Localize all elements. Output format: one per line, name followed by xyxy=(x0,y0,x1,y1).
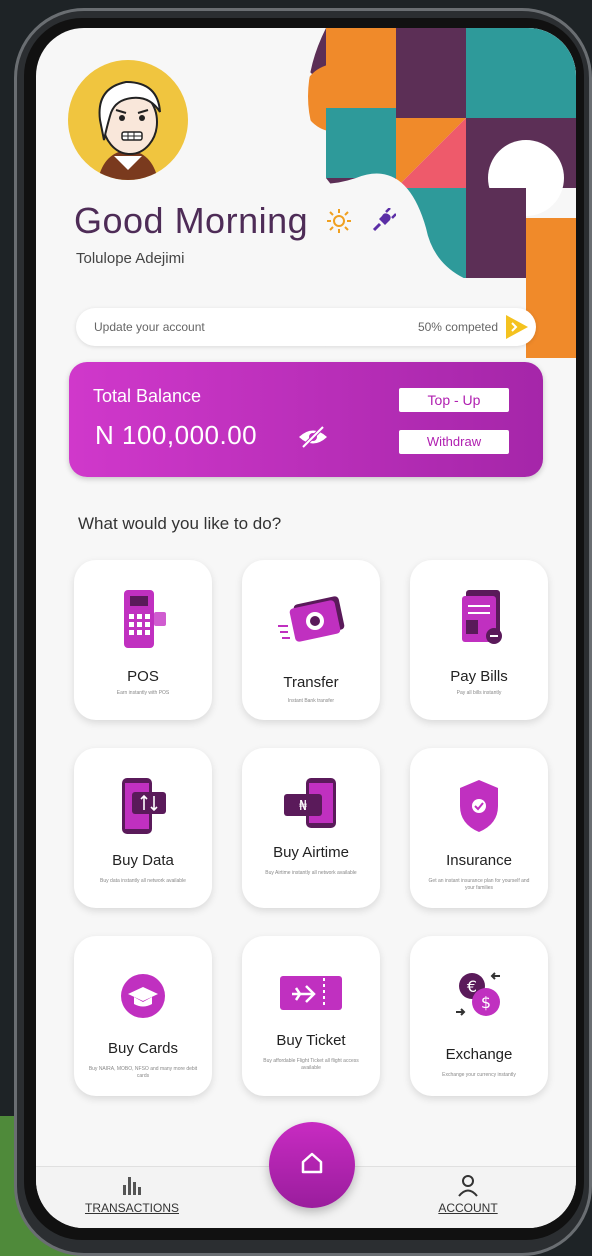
nav-account[interactable]: ACCOUNT xyxy=(420,1173,516,1215)
service-title: Buy Ticket xyxy=(276,1032,346,1049)
eye-off-icon[interactable] xyxy=(297,424,329,450)
service-subtitle: Buy Airtime instantly all network availa… xyxy=(265,870,357,876)
service-subtitle: Buy affordable Flight Ticket all flight … xyxy=(263,1058,359,1071)
service-subtitle: Get an instant insurance plan for yourse… xyxy=(428,878,530,891)
service-title: Exchange xyxy=(445,1046,513,1063)
service-title: Transfer xyxy=(283,674,339,691)
arrow-right-icon[interactable] xyxy=(502,313,530,341)
balance-label: Total Balance xyxy=(93,386,202,406)
service-card-buy-airtime[interactable]: ₦ Buy Airtime Buy Airtime instantly all … xyxy=(242,748,380,908)
service-card-pos[interactable]: POS Earn instantly with POS xyxy=(74,560,212,720)
svg-text:₦: ₦ xyxy=(299,799,308,814)
service-title: Insurance xyxy=(446,852,512,869)
update-account-label: Update your account xyxy=(94,320,205,334)
service-title: Buy Cards xyxy=(107,1040,179,1057)
bill-invoice-icon xyxy=(462,590,502,644)
balance-card: Total Balance N 100,000.00 Top - Up With… xyxy=(69,362,543,477)
service-subtitle: Instant Bank transfer xyxy=(287,698,335,704)
app-screen: Good Morning Tolulope Adejimi Update you… xyxy=(36,28,576,1228)
services-heading: What would you like to do? xyxy=(78,514,282,533)
nav-transactions[interactable]: TRANSACTIONS xyxy=(72,1173,192,1215)
pos-terminal-icon xyxy=(124,590,166,648)
bar-chart-icon xyxy=(123,1177,141,1195)
plug-icon[interactable] xyxy=(370,208,397,234)
mobile-airtime-icon: ₦ xyxy=(284,778,336,828)
service-title: Buy Airtime xyxy=(273,844,349,861)
service-title: Buy Data xyxy=(112,852,174,869)
service-card-exchange[interactable]: € $ Exchange Exchange your currency inst… xyxy=(410,936,548,1096)
service-title: POS xyxy=(127,668,159,685)
mobile-data-icon xyxy=(122,778,166,834)
service-card-transfer[interactable]: Transfer Instant Bank transfer xyxy=(242,560,380,720)
service-subtitle: Exchange your currency instantly xyxy=(442,1072,516,1078)
graduation-cap-icon xyxy=(121,974,165,1018)
shield-check-icon xyxy=(460,780,498,832)
service-title: Pay Bills xyxy=(450,668,508,685)
user-icon xyxy=(458,1175,478,1197)
user-name: Tolulope Adejimi xyxy=(76,250,185,267)
balance-amount: N 100,000.00 xyxy=(95,420,258,450)
service-card-buy-ticket[interactable]: Buy Ticket Buy affordable Flight Ticket … xyxy=(242,936,380,1096)
money-transfer-icon xyxy=(278,596,345,642)
service-card-pay-bills[interactable]: Pay Bills Pay all bills instantly xyxy=(410,560,548,720)
service-card-buy-cards[interactable]: Buy Cards Buy NAIRA, MOBO, NFSO and many… xyxy=(74,936,212,1096)
service-subtitle: Earn instantly with POS xyxy=(116,690,170,696)
greeting-row: Good Morning xyxy=(74,200,397,242)
sun-icon xyxy=(327,209,352,233)
update-progress-text: 50% competed xyxy=(417,320,498,334)
currency-exchange-icon: € $ xyxy=(456,972,500,1016)
service-card-insurance[interactable]: Insurance Get an instant insurance plan … xyxy=(410,748,548,908)
update-account-bar[interactable]: Update your account 50% competed xyxy=(76,308,536,346)
withdraw-button[interactable]: Withdraw xyxy=(399,430,509,454)
home-button[interactable] xyxy=(269,1122,355,1208)
service-subtitle: Pay all bills instantly xyxy=(456,690,502,696)
flight-ticket-icon xyxy=(280,976,342,1010)
service-card-buy-data[interactable]: Buy Data Buy data instantly all network … xyxy=(74,748,212,908)
cartoon-avatar-icon xyxy=(98,80,161,180)
top-up-button[interactable]: Top - Up xyxy=(399,388,509,412)
avatar[interactable] xyxy=(68,60,188,180)
nav-account-label: ACCOUNT xyxy=(438,1201,498,1215)
home-icon xyxy=(301,1152,323,1174)
svg-text:$: $ xyxy=(481,993,491,1012)
greeting-title: Good Morning xyxy=(74,200,309,241)
nav-transactions-label: TRANSACTIONS xyxy=(84,1201,179,1215)
service-subtitle: Buy NAIRA, MOBO, NFSO and many more debi… xyxy=(88,1066,198,1079)
service-subtitle: Buy data instantly all network available xyxy=(100,878,186,884)
